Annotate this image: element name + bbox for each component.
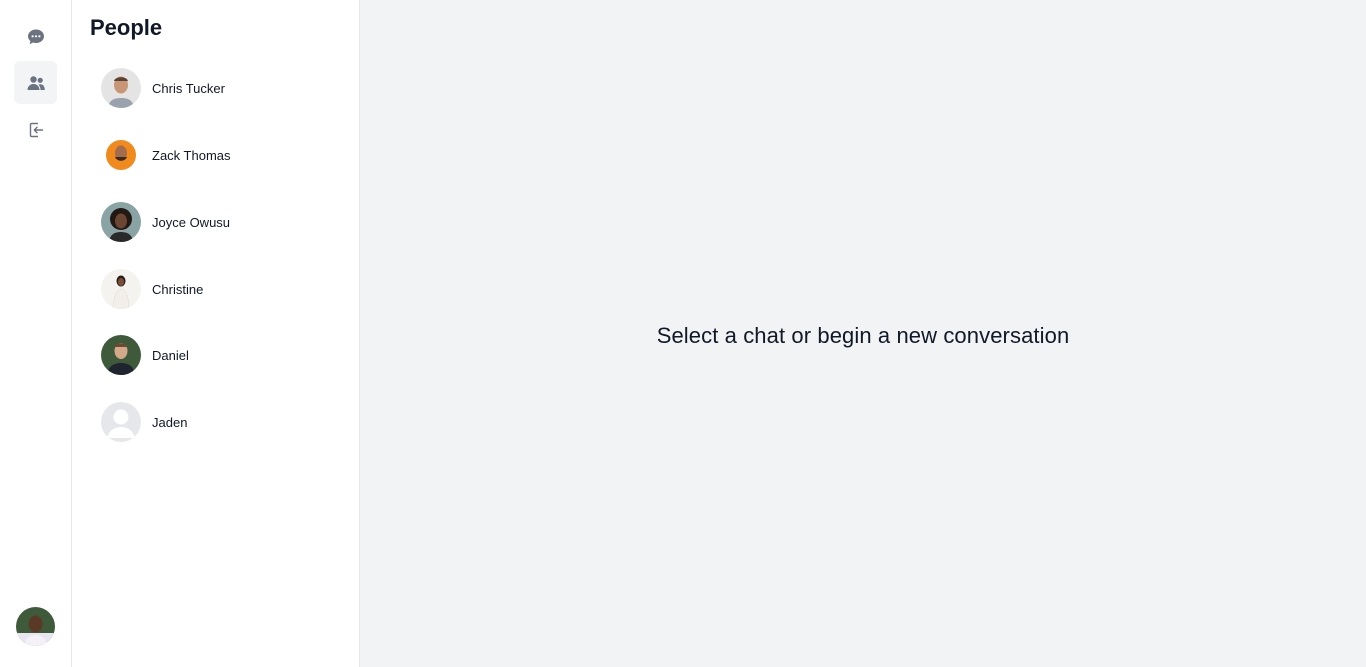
person-item-daniel[interactable]: Daniel (92, 331, 342, 379)
chats-nav-button[interactable] (14, 15, 57, 58)
person-name: Daniel (152, 347, 189, 363)
person-name: Zack Thomas (152, 147, 231, 163)
person-item-joyce-owusu[interactable]: Joyce Owusu (92, 198, 342, 246)
person-item-jaden[interactable]: Jaden (92, 398, 342, 446)
avatar (101, 269, 141, 309)
chat-bubble-icon (27, 29, 44, 44)
avatar (101, 335, 141, 375)
conversation-area: Select a chat or begin a new conversatio… (360, 0, 1366, 667)
people-icon (27, 75, 45, 90)
avatar (101, 202, 141, 242)
person-name: Chris Tucker (152, 80, 225, 96)
people-nav-button[interactable] (14, 61, 57, 104)
person-name: Jaden (152, 414, 188, 430)
avatar (101, 68, 141, 108)
people-panel: People Chris Tucker Zack Thomas Joyce Ow… (72, 0, 360, 667)
avatar (101, 135, 141, 175)
person-item-chris-tucker[interactable]: Chris Tucker (92, 64, 342, 112)
person-item-christine[interactable]: Christine (92, 265, 342, 313)
person-name: Joyce Owusu (152, 214, 231, 230)
panel-title: People (90, 15, 163, 40)
logout-icon (29, 122, 43, 137)
logout-nav-button[interactable] (14, 108, 57, 151)
empty-state-message: Select a chat or begin a new conversatio… (656, 323, 1070, 348)
person-item-zack-thomas[interactable]: Zack Thomas (92, 131, 342, 179)
avatar-placeholder (101, 402, 141, 442)
nav-rail (0, 0, 72, 667)
current-user-avatar[interactable] (16, 607, 55, 646)
person-name: Christine (152, 281, 204, 297)
